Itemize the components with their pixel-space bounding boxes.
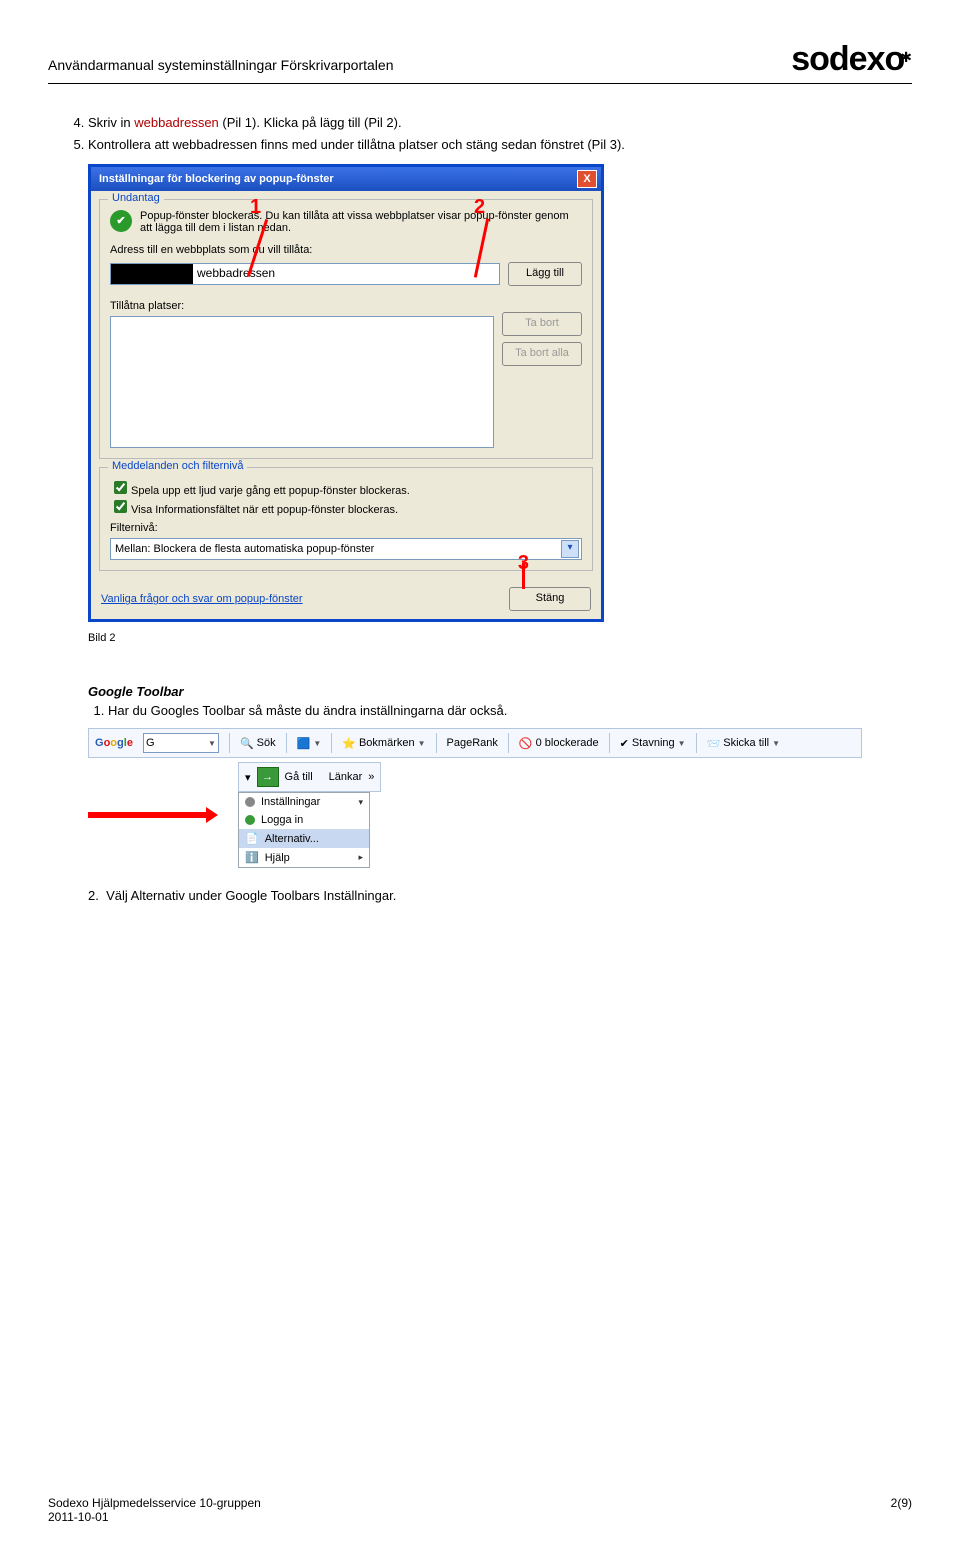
brand-logo: sodexo✱ bbox=[791, 40, 912, 79]
page-number: 2(9) bbox=[891, 1496, 912, 1524]
google-logo: Google bbox=[95, 737, 133, 749]
toolbar-popup-blocked[interactable]: 🚫 0 blockerade bbox=[519, 737, 599, 750]
filter-label: Filternivå: bbox=[110, 522, 582, 534]
star-icon: ✱ bbox=[900, 49, 912, 65]
dialog-info-text: Popup-fönster blockeras. Du kan tillåta … bbox=[140, 210, 582, 234]
gtb-step-1: Har du Googles Toolbar så måste du ändra… bbox=[108, 703, 912, 718]
callout-1: 1 bbox=[250, 196, 261, 219]
remove-button[interactable]: Ta bort bbox=[502, 312, 582, 336]
add-button[interactable]: Lägg till bbox=[508, 262, 582, 286]
popup-settings-dialog: Inställningar för blockering av popup-fö… bbox=[88, 164, 604, 622]
faq-link[interactable]: Vanliga frågor och svar om popup-fönster bbox=[101, 593, 303, 605]
filter-combo[interactable]: Mellan: Blockera de flesta automatiska p… bbox=[110, 538, 582, 560]
toolbar-misc-button[interactable]: 🟦▼ bbox=[297, 737, 322, 750]
toolbar-spelling[interactable]: ✔ Stavning▼ bbox=[620, 737, 686, 750]
header-rule bbox=[48, 83, 912, 84]
infobar-checkbox[interactable] bbox=[114, 500, 127, 513]
menu-item-help[interactable]: ℹ️Hjälp▸ bbox=[239, 848, 369, 867]
close-icon[interactable]: X bbox=[577, 170, 597, 188]
step-5: Kontrollera att webbadressen finns med u… bbox=[88, 136, 912, 154]
menu-item-settings[interactable]: Inställningar▾ bbox=[239, 793, 369, 811]
figure-caption: Bild 2 bbox=[88, 632, 912, 644]
address-label: Adress till en webbplats som du vill til… bbox=[110, 244, 582, 256]
google-toolbar-heading: Google Toolbar bbox=[88, 684, 912, 699]
toolbar-search-button[interactable]: 🔍 Sök bbox=[240, 737, 276, 750]
go-label: Gå till bbox=[285, 771, 313, 783]
webaddress-text: webbadressen bbox=[134, 115, 219, 130]
footer-org: Sodexo Hjälpmedelsservice 10-gruppen bbox=[48, 1496, 261, 1510]
close-button[interactable]: Stäng bbox=[509, 587, 591, 611]
allowed-listbox[interactable] bbox=[110, 316, 494, 448]
google-toolbar-screenshot: Google G▼ 🔍 Sök 🟦▼ ⭐ Bokmärken▼ PageRank… bbox=[88, 728, 862, 758]
check-icon: ✔ bbox=[110, 210, 132, 232]
menu-item-login[interactable]: Logga in bbox=[239, 811, 369, 829]
chevron-down-icon[interactable]: ▼ bbox=[208, 739, 216, 748]
chevron-down-icon[interactable]: ▾ bbox=[561, 540, 579, 558]
toolbar-search-input[interactable]: G▼ bbox=[143, 733, 219, 753]
group-filter-legend: Meddelanden och filternivå bbox=[108, 460, 247, 472]
red-arrow-icon bbox=[88, 812, 208, 818]
dialog-title: Inställningar för blockering av popup-fö… bbox=[99, 173, 334, 185]
gtb-step-2: 2. Välj Alternativ under Google Toolbars… bbox=[88, 888, 912, 903]
chevron-down-icon[interactable]: ▾ bbox=[245, 771, 251, 784]
step-4: Skriv in webbadressen (Pil 1). Klicka på… bbox=[88, 114, 912, 132]
sound-checkbox[interactable] bbox=[114, 481, 127, 494]
chevron-right-icon[interactable]: » bbox=[368, 771, 374, 783]
toolbar-send[interactable]: 📨 Skicka till▼ bbox=[707, 737, 780, 750]
cb2-label: Visa Informationsfältet när ett popup-fö… bbox=[131, 504, 398, 516]
go-button[interactable]: → bbox=[257, 767, 279, 787]
links-label[interactable]: Länkar bbox=[329, 771, 363, 783]
allowed-label: Tillåtna platser: bbox=[110, 300, 582, 312]
group-exceptions-legend: Undantag bbox=[108, 192, 164, 204]
doc-header-title: Användarmanual systeminställningar Försk… bbox=[48, 57, 394, 79]
toolbar-pagerank[interactable]: PageRank bbox=[447, 737, 498, 749]
address-input[interactable]: webbadressen bbox=[110, 263, 500, 285]
menu-item-alternativ[interactable]: 📄Alternativ... bbox=[239, 829, 369, 848]
callout-2: 2 bbox=[474, 196, 485, 219]
toolbar-bookmarks[interactable]: ⭐ Bokmärken▼ bbox=[342, 737, 425, 750]
remove-all-button[interactable]: Ta bort alla bbox=[502, 342, 582, 366]
settings-menu: Inställningar▾ Logga in 📄Alternativ... ℹ… bbox=[238, 792, 370, 868]
cb1-label: Spela upp ett ljud varje gång ett popup-… bbox=[131, 485, 410, 497]
footer-date: 2011-10-01 bbox=[48, 1510, 261, 1524]
